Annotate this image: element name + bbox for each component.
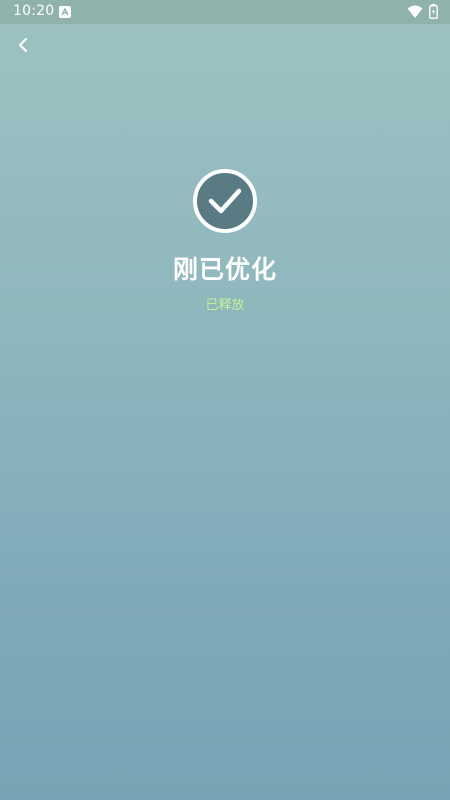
wifi-icon [407,4,423,23]
back-button[interactable] [10,32,36,58]
status-bar: 10:20 [0,0,450,24]
result-title: 刚已优化 [172,255,277,284]
optimization-result-screen: 10:20 刚已优化 已释放 [0,0,450,800]
check-circle-icon [192,168,258,234]
chevron-left-icon [19,38,27,52]
battery-icon [429,4,438,23]
result-subtitle: 已释放 [205,298,245,313]
status-icons [407,4,438,23]
a-icon [59,6,71,18]
status-time: 10:20 [13,3,55,19]
